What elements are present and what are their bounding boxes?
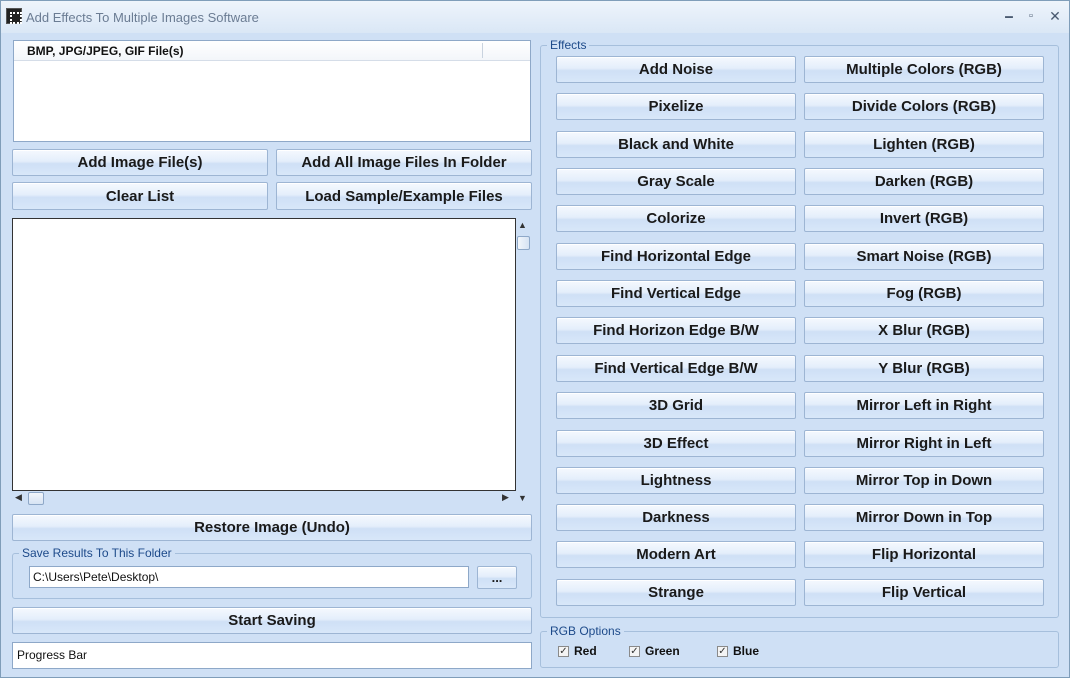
- browse-folder-button[interactable]: ...: [477, 566, 517, 589]
- red-checkbox[interactable]: ✓ Red: [558, 644, 597, 658]
- green-checkbox[interactable]: ✓ Green: [629, 644, 680, 658]
- effect-button-darkness[interactable]: Darkness: [556, 504, 796, 531]
- scroll-left-icon[interactable]: ◀: [15, 492, 22, 503]
- effect-button-add-noise[interactable]: Add Noise: [556, 56, 796, 83]
- effect-button-invert-rgb[interactable]: Invert (RGB): [804, 205, 1044, 232]
- load-sample-button[interactable]: Load Sample/Example Files: [276, 182, 532, 210]
- effect-button-fog-rgb[interactable]: Fog (RGB): [804, 280, 1044, 307]
- effect-button-x-blur-rgb[interactable]: X Blur (RGB): [804, 317, 1044, 344]
- effect-button-y-blur-rgb[interactable]: Y Blur (RGB): [804, 355, 1044, 382]
- effect-button-flip-horizontal[interactable]: Flip Horizontal: [804, 541, 1044, 568]
- horizontal-scroll-thumb[interactable]: [28, 492, 44, 505]
- close-icon[interactable]: ✕: [1045, 7, 1065, 25]
- effect-button-colorize[interactable]: Colorize: [556, 205, 796, 232]
- effect-button-find-horizontal-edge[interactable]: Find Horizontal Edge: [556, 243, 796, 270]
- effect-button-black-and-white[interactable]: Black and White: [556, 131, 796, 158]
- effect-button-gray-scale[interactable]: Gray Scale: [556, 168, 796, 195]
- app-window: Add Effects To Multiple Images Software …: [0, 0, 1070, 678]
- effect-button-strange[interactable]: Strange: [556, 579, 796, 606]
- rgb-options-group-title: RGB Options: [547, 624, 624, 638]
- scroll-down-icon[interactable]: ▼: [518, 493, 527, 503]
- blue-checkbox[interactable]: ✓ Blue: [717, 644, 759, 658]
- effect-button-multiple-colors-rgb[interactable]: Multiple Colors (RGB): [804, 56, 1044, 83]
- title-bar[interactable]: Add Effects To Multiple Images Software …: [1, 1, 1069, 33]
- maximize-icon[interactable]: ▫: [1021, 7, 1041, 25]
- save-folder-group-title: Save Results To This Folder: [19, 546, 175, 560]
- effect-button-flip-vertical[interactable]: Flip Vertical: [804, 579, 1044, 606]
- scroll-up-icon[interactable]: ▲: [518, 220, 527, 230]
- clear-list-button[interactable]: Clear List: [12, 182, 268, 210]
- effects-group-title: Effects: [547, 38, 590, 52]
- effect-button-mirror-top-in-down[interactable]: Mirror Top in Down: [804, 467, 1044, 494]
- green-checkbox-label: Green: [645, 644, 680, 658]
- rgb-options-group: RGB Options ✓ Red ✓ Green ✓ Blue: [540, 624, 1059, 668]
- effect-button-3d-effect[interactable]: 3D Effect: [556, 430, 796, 457]
- green-check-icon[interactable]: ✓: [629, 645, 640, 657]
- effect-button-mirror-right-in-left[interactable]: Mirror Right in Left: [804, 430, 1044, 457]
- vertical-scrollbar[interactable]: ▲ ▼: [516, 218, 531, 506]
- add-image-files-button[interactable]: Add Image File(s): [12, 149, 268, 176]
- effect-button-3d-grid[interactable]: 3D Grid: [556, 392, 796, 419]
- progress-label: Progress Bar: [17, 648, 88, 662]
- effect-button-divide-colors-rgb[interactable]: Divide Colors (RGB): [804, 93, 1044, 120]
- progress-bar: Progress Bar: [12, 642, 532, 669]
- effect-button-darken-rgb[interactable]: Darken (RGB): [804, 168, 1044, 195]
- effect-button-mirror-down-in-top[interactable]: Mirror Down in Top: [804, 504, 1044, 531]
- effect-button-find-horizon-edge-b-w[interactable]: Find Horizon Edge B/W: [556, 317, 796, 344]
- effect-button-lighten-rgb[interactable]: Lighten (RGB): [804, 131, 1044, 158]
- effect-button-lightness[interactable]: Lightness: [556, 467, 796, 494]
- effect-button-find-vertical-edge-b-w[interactable]: Find Vertical Edge B/W: [556, 355, 796, 382]
- blue-checkbox-label: Blue: [733, 644, 760, 658]
- file-list[interactable]: BMP, JPG/JPEG, GIF File(s): [13, 40, 531, 142]
- save-folder-input[interactable]: C:\Users\Pete\Desktop\: [29, 566, 469, 588]
- horizontal-scrollbar[interactable]: ◀ ▶: [12, 491, 516, 506]
- file-list-header[interactable]: BMP, JPG/JPEG, GIF File(s): [14, 41, 530, 61]
- minimize-icon[interactable]: 🗕: [999, 7, 1019, 25]
- column-divider[interactable]: [482, 43, 483, 58]
- effect-button-pixelize[interactable]: Pixelize: [556, 93, 796, 120]
- red-checkbox-label: Red: [574, 644, 597, 658]
- image-preview: [12, 218, 516, 491]
- blue-check-icon[interactable]: ✓: [717, 645, 728, 657]
- effect-button-find-vertical-edge[interactable]: Find Vertical Edge: [556, 280, 796, 307]
- vertical-scroll-thumb[interactable]: [517, 236, 530, 250]
- start-saving-button[interactable]: Start Saving: [12, 607, 532, 634]
- restore-image-button[interactable]: Restore Image (Undo): [12, 514, 532, 541]
- add-all-in-folder-button[interactable]: Add All Image Files In Folder: [276, 149, 532, 176]
- effect-button-smart-noise-rgb[interactable]: Smart Noise (RGB): [804, 243, 1044, 270]
- window-title: Add Effects To Multiple Images Software: [26, 10, 259, 25]
- effect-button-modern-art[interactable]: Modern Art: [556, 541, 796, 568]
- red-check-icon[interactable]: ✓: [558, 645, 569, 657]
- file-list-column-label: BMP, JPG/JPEG, GIF File(s): [27, 44, 184, 58]
- effect-button-mirror-left-in-right[interactable]: Mirror Left in Right: [804, 392, 1044, 419]
- save-folder-group: Save Results To This Folder C:\Users\Pet…: [12, 546, 532, 599]
- scroll-right-icon[interactable]: ▶: [502, 492, 509, 503]
- app-icon: [6, 8, 22, 24]
